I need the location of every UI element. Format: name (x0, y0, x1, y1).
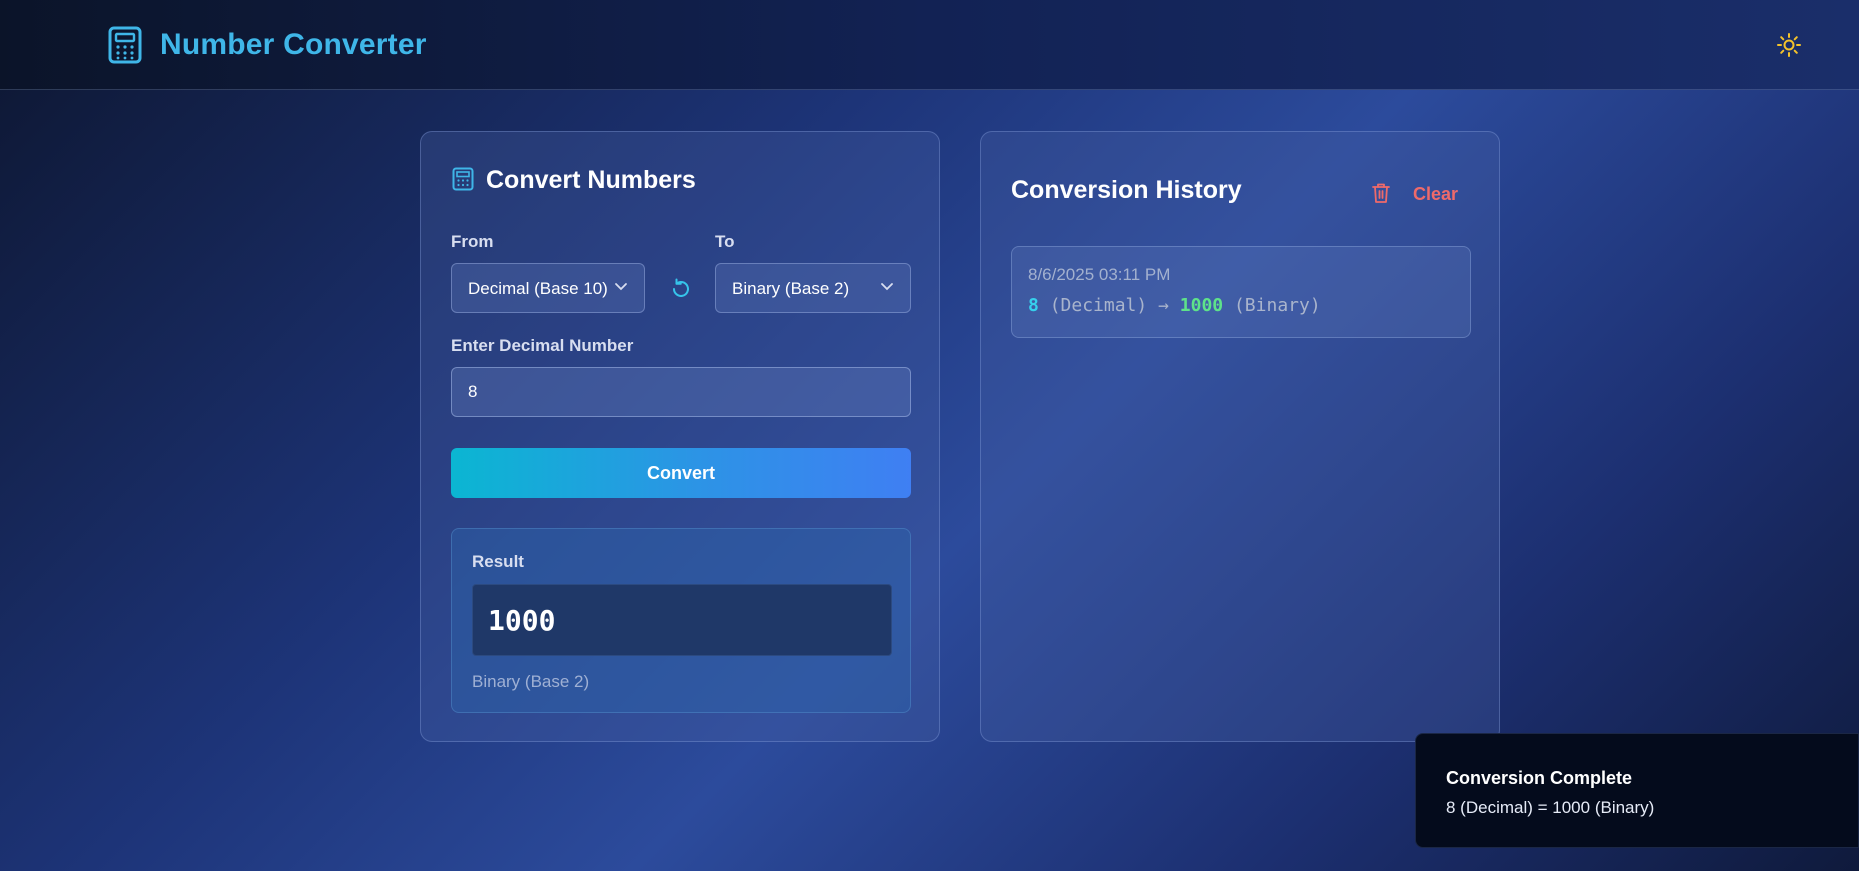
chevron-down-icon (615, 283, 627, 291)
result-panel: Result 1000 Binary (Base 2) (451, 528, 911, 713)
from-base-value: Decimal (Base 10) (468, 279, 608, 298)
toast-title: Conversion Complete (1446, 768, 1633, 788)
history-conversion: 8 (Decimal) → 1000 (Binary) (1028, 295, 1321, 316)
history-item[interactable]: 8/6/2025 03:11 PM 8 (Decimal) → 1000 (Bi… (1011, 246, 1471, 338)
history-to-base: (Binary) (1233, 295, 1321, 316)
history-output: 1000 (1179, 295, 1224, 316)
from-label: From (451, 232, 494, 251)
input-label: Enter Decimal Number (451, 336, 634, 355)
history-input: 8 (1028, 295, 1039, 316)
swap-bases-button[interactable] (669, 277, 693, 301)
trash-icon (1372, 183, 1390, 203)
to-label: To (715, 232, 735, 251)
history-from-base: (Decimal) (1049, 295, 1148, 316)
calculator-icon (452, 167, 474, 191)
result-label: Result (472, 552, 524, 571)
chevron-down-icon (881, 283, 893, 291)
convert-button[interactable]: Convert (451, 448, 911, 498)
converter-card: Convert Numbers From To Decimal (Base 10… (420, 131, 940, 742)
app-title: Number Converter (160, 28, 427, 61)
number-input[interactable] (451, 367, 911, 417)
sun-icon[interactable] (1776, 32, 1802, 58)
calculator-icon (108, 26, 142, 64)
history-timestamp: 8/6/2025 03:11 PM (1028, 265, 1171, 284)
result-base: Binary (Base 2) (472, 672, 590, 691)
toast-message: 8 (Decimal) = 1000 (Binary) (1446, 798, 1655, 817)
history-title: Conversion History (1011, 176, 1242, 204)
to-base-select[interactable]: Binary (Base 2) (715, 263, 911, 313)
history-card: Conversion History Clear 8/6/2025 03:11 … (980, 131, 1500, 742)
clear-history-button[interactable]: Clear (1371, 179, 1471, 209)
app-header: Number Converter (0, 0, 1859, 90)
result-value: 1000 (472, 584, 892, 656)
arrow-right-icon: → (1158, 295, 1169, 316)
to-base-value: Binary (Base 2) (732, 279, 850, 298)
from-base-select[interactable]: Decimal (Base 10) (451, 263, 645, 313)
toast-notification[interactable]: Conversion Complete 8 (Decimal) = 1000 (… (1415, 733, 1859, 848)
converter-title: Convert Numbers (486, 166, 696, 194)
clear-label: Clear (1413, 184, 1459, 204)
